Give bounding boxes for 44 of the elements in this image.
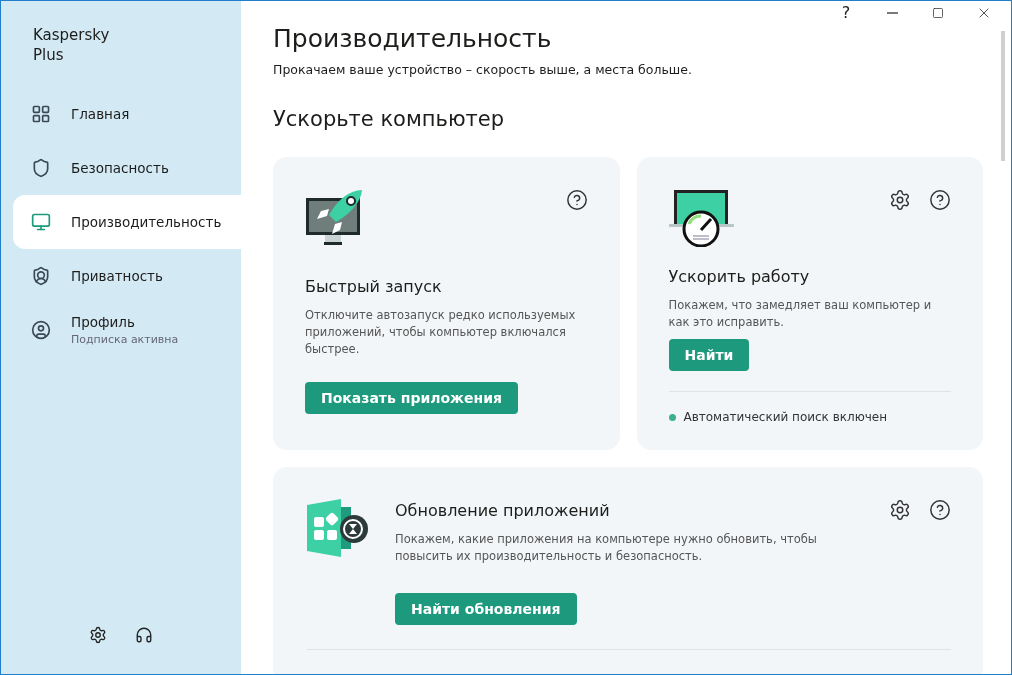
maximize-icon <box>932 7 944 19</box>
action-button[interactable]: Показать приложения <box>305 382 518 415</box>
apps-update-drawing <box>305 499 371 558</box>
card-title: Ускорить работу <box>668 266 811 289</box>
settings-icon[interactable] <box>889 189 911 212</box>
help-icon[interactable] <box>565 189 588 212</box>
section-title: Ускорьте компьютер <box>273 105 506 133</box>
card-description: Покажем, что замедляет ваш компьютер и как это исправить. <box>668 297 933 332</box>
card-description: Покажем, какие приложения на компьютере нужно обновить, чтобы повысить их производительность и безопасность. <box>395 531 818 566</box>
settings-icon[interactable] <box>89 626 107 644</box>
nav-label: Производительность <box>71 212 222 232</box>
help-icon[interactable] <box>929 189 951 212</box>
user-icon <box>31 320 51 340</box>
support-icon[interactable] <box>135 626 153 644</box>
nav-label: Профиль <box>71 312 136 332</box>
settings-icon[interactable] <box>889 499 911 522</box>
card-description: Отключите автозапуск редко используемых приложений, чтобы компьютер включался быстрее. <box>305 307 577 359</box>
nav-label: Безопасность <box>71 158 169 178</box>
nav-label: Главная <box>71 104 130 124</box>
nav-item[interactable]: Безопасность <box>13 141 241 195</box>
nav-label: Приватность <box>71 266 163 286</box>
grid-icon <box>31 104 51 124</box>
help-button[interactable]: ? <box>823 1 869 25</box>
scrollbar-thumb[interactable] <box>1001 31 1005 161</box>
monitor-icon <box>31 212 51 232</box>
app-title: Kaspersky Plus <box>32 25 111 65</box>
minimize-icon <box>886 12 898 14</box>
rocket-monitor-drawing <box>305 189 363 246</box>
card-title: Обновление приложений <box>395 500 610 523</box>
card-title: Быстрый запуск <box>305 276 443 299</box>
nav-item[interactable]: Приватность <box>13 249 241 303</box>
page-title: Производительность <box>273 25 553 53</box>
nav-subtitle: Подписка активна <box>71 331 179 348</box>
status-text: Автоматический поиск включен <box>683 409 888 427</box>
shield-icon <box>31 158 51 178</box>
action-button[interactable]: Найти обновления <box>395 593 577 626</box>
nav-item[interactable]: Главная <box>13 87 241 141</box>
nav-item[interactable]: Производительность <box>13 195 241 249</box>
nav-item[interactable]: Профиль Подписка активна <box>13 303 241 357</box>
shield-user-icon <box>31 266 51 286</box>
page-subtitle: Прокачаем ваше устройство – скорость выше, а места больше. <box>273 61 693 79</box>
help-icon[interactable] <box>929 499 951 522</box>
action-button[interactable]: Найти <box>668 339 750 372</box>
laptop-speedometer-drawing <box>668 189 734 248</box>
